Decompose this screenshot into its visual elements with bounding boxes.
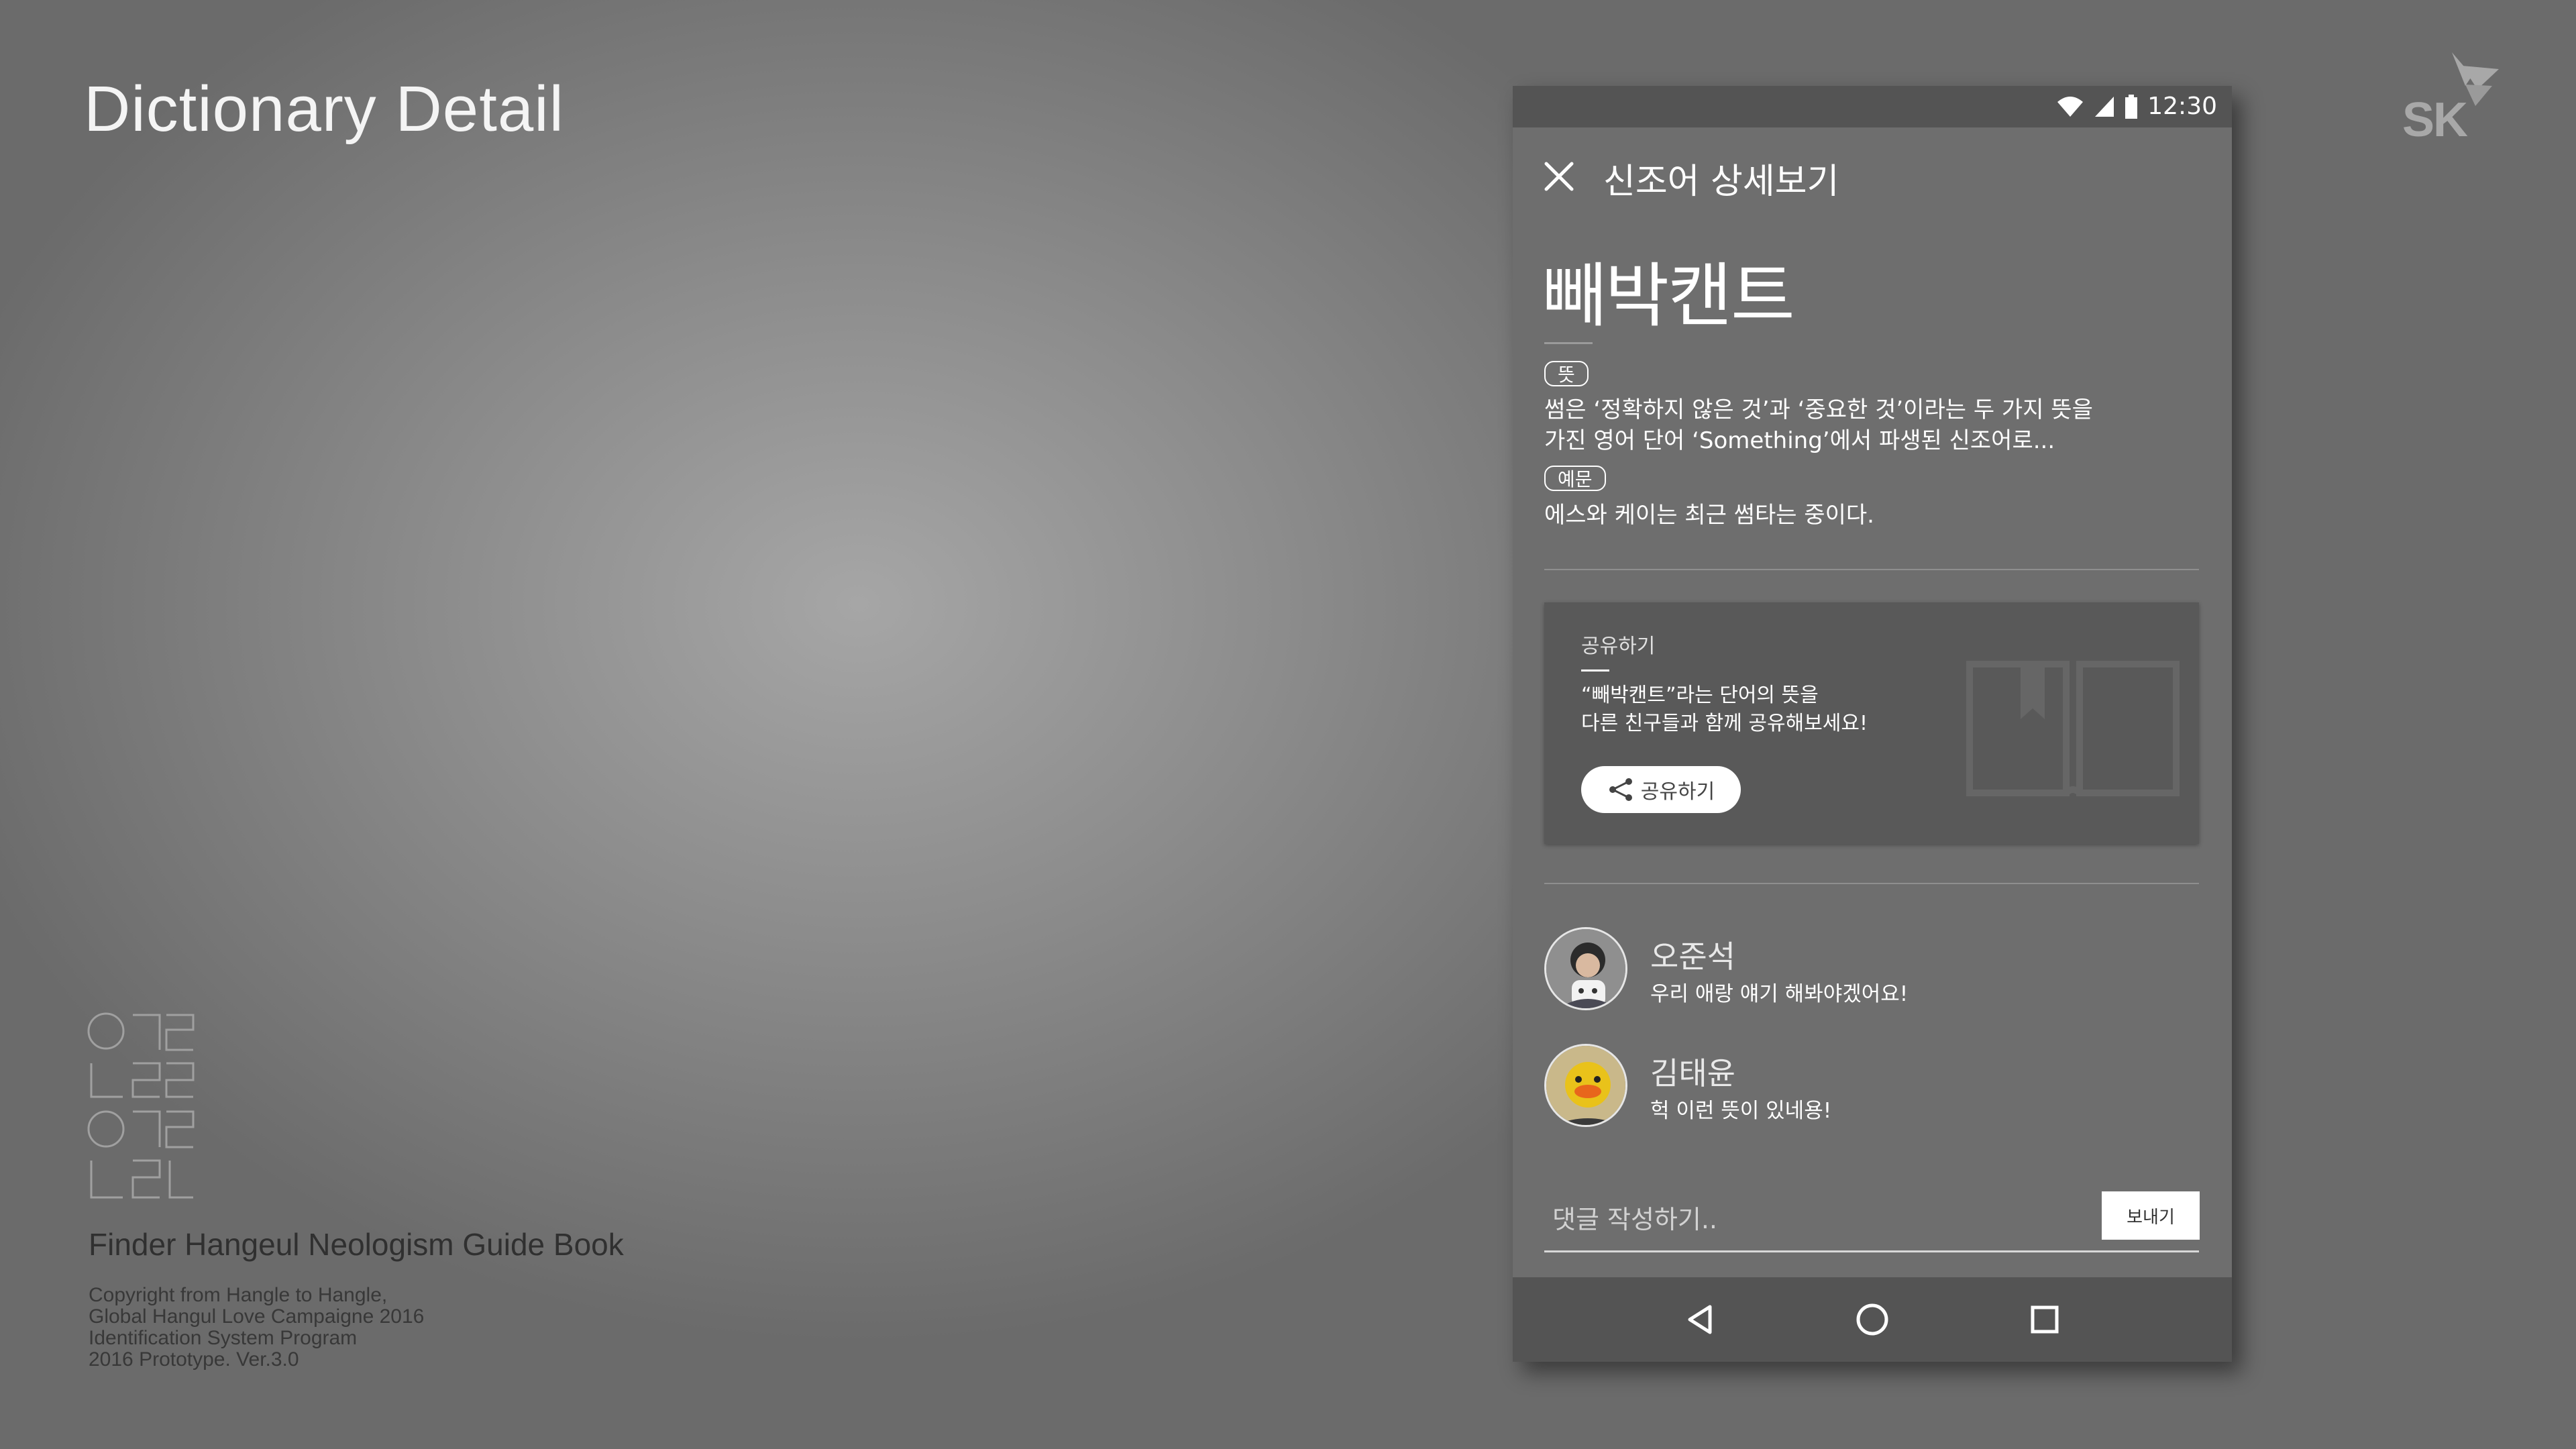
share-message-line: “빼박캔트”라는 단어의 뜻을: [1581, 684, 1819, 707]
open-book-icon: [1966, 661, 2180, 796]
share-button-label: 공유하기: [1640, 780, 1715, 804]
meaning-text: 썸은 ‘정확하지 않은 것’과 ‘중요한 것’이라는 두 가지 뜻을 가진 영어…: [1544, 394, 2148, 456]
status-bar: 12:30: [1513, 86, 2232, 127]
phone-screen: 12:30 신조어 상세보기 빼박캔트 뜻 썸은 ‘정확하지 않은 것’과 ‘중…: [1513, 86, 2232, 1362]
back-icon: [1688, 1305, 1712, 1334]
sk-wordmark: SK: [2402, 93, 2468, 147]
comment-author: 김태윤: [1650, 1055, 1735, 1091]
send-button[interactable]: 보내기: [2102, 1191, 2200, 1240]
comment-author: 오준석: [1650, 938, 1735, 975]
screen-title: 신조어 상세보기: [1603, 162, 1839, 202]
comment-text: 우리 애랑 얘기 해봐야겠어요!: [1650, 982, 1909, 1006]
comment-text: 헉 이런 뜻이 있네용!: [1650, 1099, 1832, 1123]
close-icon[interactable]: [1542, 160, 1576, 193]
page-title: Dictionary Detail: [84, 73, 564, 145]
nav-bar: [1513, 1277, 2232, 1362]
home-icon: [1856, 1303, 1888, 1336]
signal-icon: [2095, 96, 2114, 117]
avatar: [1544, 927, 1627, 1010]
comment-item: 오준석 우리 애랑 얘기 해봐야겠어요!: [1544, 927, 2202, 1014]
meaning-tag: 뜻: [1544, 361, 1589, 386]
recents-icon: [2031, 1305, 2059, 1334]
word-title: 빼박캔트: [1542, 255, 1795, 337]
share-card-message: “빼박캔트”라는 단어의 뜻을 다른 친구들과 함께 공유해보세요!: [1581, 682, 1868, 738]
copyright-line: Identification System Program: [89, 1327, 358, 1349]
nav-home-button[interactable]: [1845, 1293, 1899, 1346]
copyright-line: Global Hangul Love Campaigne 2016: [89, 1305, 425, 1328]
meaning-line: 가진 영어 단어 ‘Something’에서 파생된 신조어로...: [1544, 427, 2055, 454]
copyright-block: Copyright from Hangle to Hangle, Global …: [89, 1285, 424, 1371]
word-underline: [1544, 342, 1593, 344]
nav-recents-button[interactable]: [2018, 1293, 2072, 1346]
example-text: 에스와 케이는 최근 썸타는 중이다.: [1544, 502, 1874, 529]
wifi-icon: [2057, 96, 2084, 117]
avatar-image: [1546, 929, 1625, 1008]
copyright-line: Copyright from Hangle to Hangle,: [89, 1284, 388, 1306]
example-tag: 예문: [1544, 466, 1606, 491]
nav-back-button[interactable]: [1673, 1293, 1727, 1346]
comment-item: 김태윤 헉 이런 뜻이 있네용!: [1544, 1044, 2202, 1131]
share-card-label: 공유하기: [1581, 635, 1656, 658]
comment-input[interactable]: [1544, 1193, 2110, 1246]
share-button[interactable]: 공유하기: [1581, 766, 1741, 813]
input-underline: [1544, 1250, 2199, 1252]
avatar: [1544, 1044, 1627, 1127]
status-time: 12:30: [2147, 93, 2217, 120]
section-divider: [1544, 883, 2199, 884]
battery-icon: [2125, 94, 2138, 119]
copyright-line: 2016 Prototype. Ver.3.0: [89, 1348, 299, 1371]
hangul-logo: [86, 1010, 200, 1214]
share-icon: [1609, 778, 1632, 801]
avatar-image: [1546, 1046, 1625, 1125]
meaning-line: 썸은 ‘정확하지 않은 것’과 ‘중요한 것’이라는 두 가지 뜻을: [1544, 396, 2093, 423]
share-card-rule: [1581, 669, 1609, 672]
book-title: Finder Hangeul Neologism Guide Book: [89, 1227, 624, 1262]
share-message-line: 다른 친구들과 함께 공유해보세요!: [1581, 712, 1868, 735]
section-divider: [1544, 569, 2199, 570]
share-card: 공유하기 “빼박캔트”라는 단어의 뜻을 다른 친구들과 함께 공유해보세요! …: [1544, 602, 2199, 844]
hangul-logo-mark: [87, 1012, 195, 1199]
sk-logo: SK: [2398, 46, 2519, 147]
